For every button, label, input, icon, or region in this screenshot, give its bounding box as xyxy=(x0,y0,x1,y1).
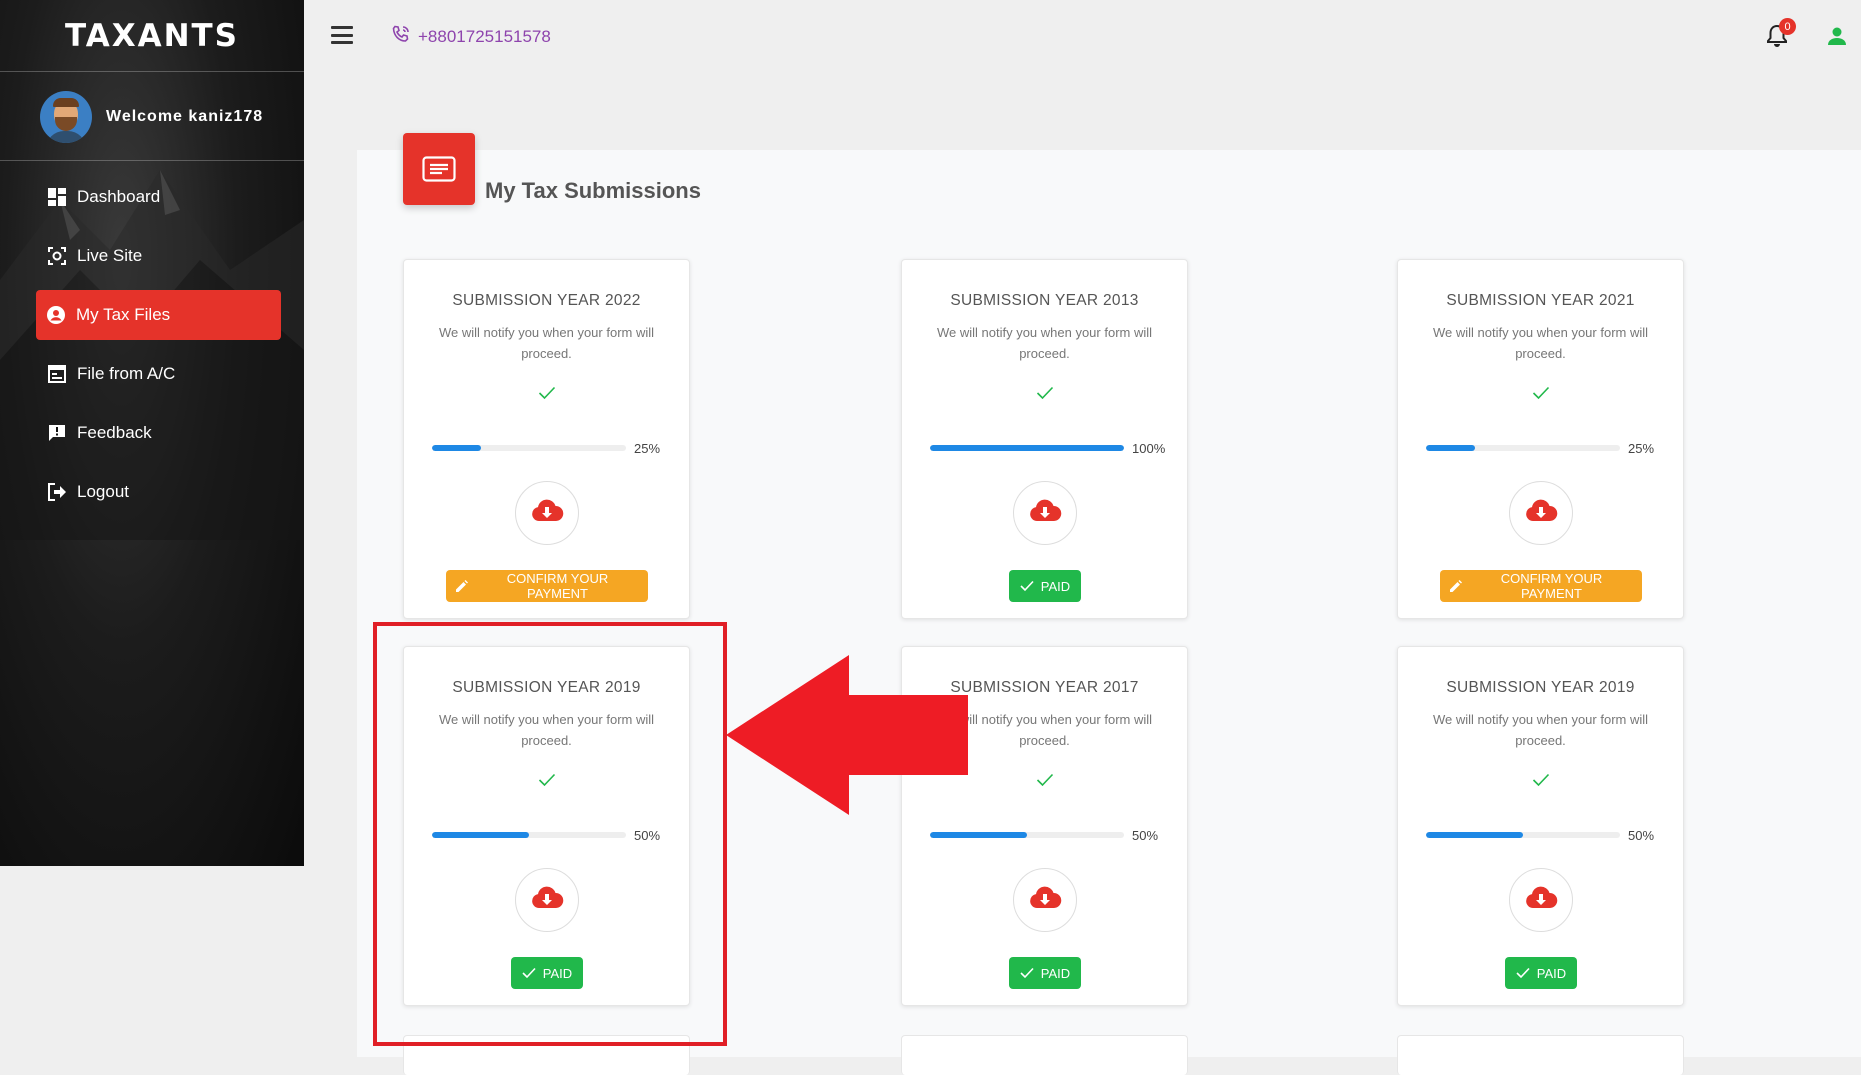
phone-number: +8801725151578 xyxy=(418,26,551,46)
account-icon xyxy=(46,305,66,325)
submission-message: We will notify you when your form will p… xyxy=(438,325,655,361)
page-title: My Tax Submissions xyxy=(485,178,701,203)
sidebar-nav: Dashboard Live Site My Tax Files File fr… xyxy=(0,172,304,526)
check-icon xyxy=(1516,967,1530,979)
progress-bar: 100% xyxy=(930,440,1172,456)
submission-card: SUBMISSION YEAR 2021 We will notify you … xyxy=(1397,259,1684,619)
submission-card: SUBMISSION YEAR 2019 We will notify you … xyxy=(1397,646,1684,1006)
feedback-icon xyxy=(47,423,67,443)
sidebar-item-logout[interactable]: Logout xyxy=(37,467,281,517)
submission-message: We will notify you when your form will p… xyxy=(1432,712,1649,748)
progress-label: 100% xyxy=(1132,440,1166,456)
user-profile: Welcome kaniz178 xyxy=(0,73,304,161)
file-icon xyxy=(47,364,67,384)
button-label: CONFIRM YOUR PAYMENT xyxy=(1500,571,1603,601)
sidebar-item-label: Dashboard xyxy=(77,187,161,206)
avatar xyxy=(40,90,92,143)
phone-icon xyxy=(392,25,410,48)
logo-text: TAXANTS xyxy=(64,17,240,54)
progress-label: 25% xyxy=(1628,440,1655,456)
sidebar-item-file-from-ac[interactable]: File from A/C xyxy=(37,349,281,399)
check-icon xyxy=(404,386,689,410)
dashboard-icon xyxy=(47,187,67,207)
app-logo[interactable]: TAXANTS xyxy=(0,0,304,72)
check-icon xyxy=(1398,773,1683,797)
progress-bar: 50% xyxy=(930,827,1172,843)
check-icon xyxy=(1398,386,1683,410)
progress-label: 50% xyxy=(1628,827,1655,843)
highlight-box xyxy=(373,622,727,1046)
paid-button[interactable]: PAID xyxy=(1009,570,1081,602)
sidebar: TAXANTS Welcome kaniz178 Dashboard Live … xyxy=(0,0,304,866)
progress-label: 25% xyxy=(634,440,661,456)
download-button[interactable] xyxy=(1509,868,1573,932)
welcome-text: Welcome kaniz178 xyxy=(106,107,264,125)
sidebar-item-my-tax-files[interactable]: My Tax Files xyxy=(36,290,281,340)
logout-icon xyxy=(47,482,67,502)
notification-badge: 0 xyxy=(1779,18,1796,35)
download-button[interactable] xyxy=(1013,481,1077,545)
check-icon xyxy=(1020,580,1034,592)
submission-card xyxy=(901,1035,1188,1075)
submission-year: SUBMISSION YEAR 2013 xyxy=(950,292,1139,309)
button-label: PAID xyxy=(1536,965,1567,981)
paid-button[interactable]: PAID xyxy=(1505,957,1577,989)
progress-bar: 25% xyxy=(1426,440,1668,456)
phone-contact[interactable]: +8801725151578 xyxy=(392,25,551,48)
pencil-icon xyxy=(1449,579,1463,593)
live-site-icon xyxy=(47,246,67,266)
sidebar-item-live-site[interactable]: Live Site xyxy=(37,231,281,281)
check-icon xyxy=(1020,967,1034,979)
sidebar-item-label: Logout xyxy=(77,482,129,501)
submission-year: SUBMISSION YEAR 2022 xyxy=(452,292,641,309)
sidebar-item-dashboard[interactable]: Dashboard xyxy=(37,172,281,222)
sidebar-item-label: File from A/C xyxy=(77,364,176,383)
red-arrow-annotation xyxy=(726,655,968,815)
cloud-download-icon xyxy=(1028,886,1062,915)
download-button[interactable] xyxy=(1013,868,1077,932)
submission-card: SUBMISSION YEAR 2013 We will notify you … xyxy=(901,259,1188,619)
submission-message: We will notify you when your form will p… xyxy=(936,325,1153,361)
submission-card xyxy=(1397,1035,1684,1075)
menu-toggle-icon[interactable] xyxy=(331,26,353,44)
download-button[interactable] xyxy=(1509,481,1573,545)
notification-bell-icon[interactable]: 0 xyxy=(1766,18,1796,50)
paid-button[interactable]: PAID xyxy=(1009,957,1081,989)
submission-year: SUBMISSION YEAR 2021 xyxy=(1446,292,1635,309)
sidebar-item-label: Feedback xyxy=(77,423,152,442)
sidebar-item-label: My Tax Files xyxy=(76,305,171,324)
sidebar-item-label: Live Site xyxy=(77,246,143,265)
sidebar-item-feedback[interactable]: Feedback xyxy=(37,408,281,458)
progress-bar: 50% xyxy=(1426,827,1668,843)
confirm-payment-button[interactable]: CONFIRM YOUR PAYMENT xyxy=(446,570,648,602)
progress-bar: 25% xyxy=(432,440,674,456)
cloud-download-icon xyxy=(1524,499,1558,528)
cloud-download-icon xyxy=(530,499,564,528)
pencil-icon xyxy=(455,579,469,593)
user-account-icon[interactable] xyxy=(1827,26,1849,48)
submissions-header-icon xyxy=(403,133,475,205)
progress-label: 50% xyxy=(1132,827,1159,843)
cloud-download-icon xyxy=(1028,499,1062,528)
button-label: PAID xyxy=(1040,965,1071,981)
check-icon xyxy=(902,386,1187,410)
submission-card: SUBMISSION YEAR 2022 We will notify you … xyxy=(403,259,690,619)
submission-year: SUBMISSION YEAR 2019 xyxy=(1446,679,1635,696)
submission-message: We will notify you when your form will p… xyxy=(1432,325,1649,361)
button-label: CONFIRM YOUR PAYMENT xyxy=(506,571,609,601)
confirm-payment-button[interactable]: CONFIRM YOUR PAYMENT xyxy=(1440,570,1642,602)
button-label: PAID xyxy=(1040,578,1071,594)
download-button[interactable] xyxy=(515,481,579,545)
cloud-download-icon xyxy=(1524,886,1558,915)
